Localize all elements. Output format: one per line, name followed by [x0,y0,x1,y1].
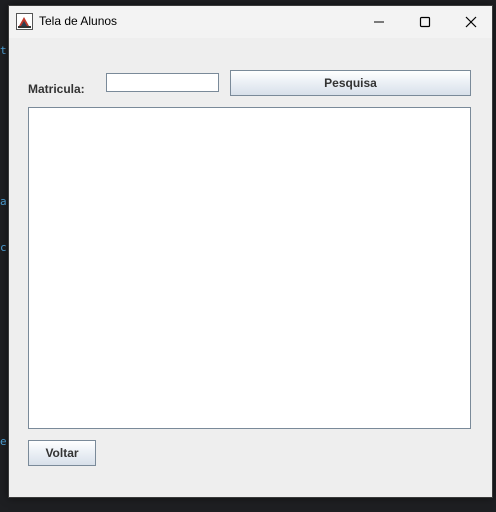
window-content: Matricula: Pesquisa Voltar [9,38,492,497]
matricula-input[interactable] [106,73,219,92]
background-code-fragment: a [0,195,7,208]
voltar-button[interactable]: Voltar [28,440,96,466]
background-code-fragment: e [0,435,7,448]
matricula-label: Matricula: [28,82,85,96]
minimize-button[interactable] [356,6,402,38]
tela-de-alunos-window: Tela de Alunos Matricula: Pesquisa Volta… [8,5,493,498]
background-code-fragment: t [0,44,7,57]
minimize-icon [373,13,385,32]
background-code-fragment: c [0,241,7,254]
results-text-area[interactable] [28,107,471,429]
maximize-button[interactable] [402,6,448,38]
pesquisa-button[interactable]: Pesquisa [230,70,471,96]
window-title: Tela de Alunos [39,14,118,28]
title-bar[interactable]: Tela de Alunos [9,6,492,38]
maximize-icon [419,13,431,32]
close-icon [465,13,477,32]
close-button[interactable] [448,6,494,38]
java-app-icon [16,13,33,30]
